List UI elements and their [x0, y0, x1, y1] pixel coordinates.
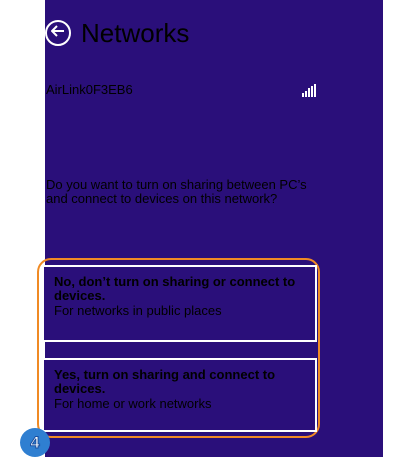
back-arrow-icon	[50, 24, 65, 42]
wifi-signal-icon	[302, 83, 316, 97]
step-number: 4	[30, 432, 41, 452]
header: Networks	[45, 20, 189, 46]
back-button[interactable]	[45, 20, 71, 46]
page-title: Networks	[81, 18, 190, 48]
option-no-sharing[interactable]: No, don’t turn on sharing or connect to …	[42, 265, 317, 342]
option-title: No, don’t turn on sharing or connect to …	[54, 274, 296, 303]
sharing-question: Do you want to turn on sharing between P…	[46, 177, 307, 206]
option-title: Yes, turn on sharing and connect to devi…	[54, 367, 276, 396]
network-item[interactable]: AirLink0F3EB6	[46, 82, 316, 97]
network-name: AirLink0F3EB6	[46, 82, 133, 97]
option-yes-sharing[interactable]: Yes, turn on sharing and connect to devi…	[42, 358, 317, 432]
option-subtitle: For networks in public places	[54, 303, 222, 318]
step-badge: 4	[20, 428, 50, 457]
option-subtitle: For home or work networks	[54, 396, 212, 411]
